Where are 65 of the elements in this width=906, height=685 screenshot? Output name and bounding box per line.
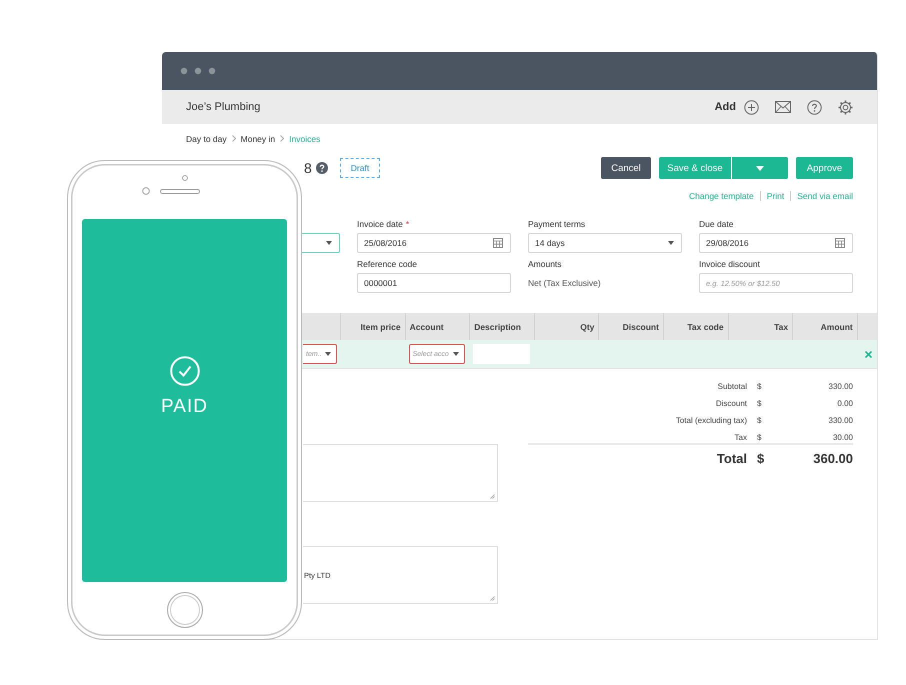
currency-symbol: $ bbox=[757, 433, 762, 442]
close-icon[interactable] bbox=[864, 350, 872, 358]
status-label: PAID bbox=[161, 396, 208, 418]
input-field[interactable]: 0000001 bbox=[357, 273, 511, 293]
chevron-right-icon bbox=[280, 135, 284, 142]
total-label: Tax bbox=[734, 433, 748, 442]
dropdown-button[interactable] bbox=[731, 157, 788, 179]
status-badge: Draft bbox=[340, 158, 380, 178]
total-amount: 330.00 bbox=[828, 416, 853, 425]
link[interactable]: Change template bbox=[689, 190, 754, 200]
total-label: Subtotal bbox=[716, 382, 748, 391]
grand-total-label: Total bbox=[716, 451, 748, 466]
sensor-icon bbox=[142, 187, 150, 195]
field-label: Invoice discount bbox=[699, 259, 761, 270]
amounts-value: Net (Tax Exclusive) bbox=[528, 277, 602, 290]
camera-icon bbox=[182, 175, 188, 181]
breadcrumb-link[interactable]: Invoices bbox=[289, 134, 320, 144]
save-button[interactable]: Save & close bbox=[659, 157, 731, 179]
field-label: Due date bbox=[699, 219, 734, 230]
invoice-number: 8 bbox=[304, 160, 312, 176]
company-name: Joe’s Plumbing bbox=[186, 101, 260, 113]
field-label: Reference code bbox=[357, 259, 418, 270]
breadcrumb-link[interactable]: Money in bbox=[240, 134, 276, 144]
select-field[interactable]: 14 days bbox=[528, 233, 682, 253]
description-field[interactable] bbox=[473, 344, 530, 364]
currency-symbol: $ bbox=[757, 382, 762, 391]
link[interactable]: Print bbox=[766, 190, 784, 200]
settings-icon[interactable] bbox=[838, 100, 853, 114]
field-label: Payment terms bbox=[528, 219, 586, 230]
approve-button[interactable]: Approve bbox=[796, 157, 853, 179]
link[interactable]: Send via email bbox=[797, 190, 853, 200]
window-dots-icon bbox=[180, 67, 216, 75]
caret-icon bbox=[326, 241, 332, 245]
home-button[interactable] bbox=[166, 592, 202, 628]
check-circle-icon bbox=[170, 356, 200, 386]
caret-icon bbox=[756, 166, 764, 170]
breadcrumb-link[interactable]: Day to day bbox=[186, 134, 227, 144]
grand-total-amount: 360.00 bbox=[812, 451, 853, 466]
help-icon[interactable] bbox=[807, 100, 822, 114]
date-field[interactable]: 25/08/2016 bbox=[357, 233, 511, 253]
total-label: Total (excluding tax) bbox=[674, 416, 748, 425]
add-label: Add bbox=[714, 101, 736, 113]
calendar-icon[interactable] bbox=[493, 238, 503, 248]
mail-icon[interactable] bbox=[775, 101, 791, 113]
plus-circle-icon[interactable] bbox=[744, 100, 759, 114]
total-label: Discount bbox=[714, 399, 748, 408]
caret-icon bbox=[325, 352, 331, 356]
total-amount: 0.00 bbox=[836, 399, 853, 408]
caret-icon bbox=[453, 352, 460, 356]
field-label: Amounts bbox=[528, 259, 563, 270]
date-field[interactable]: 29/08/2016 bbox=[699, 233, 853, 253]
currency-symbol: $ bbox=[757, 416, 762, 425]
total-amount: 330.00 bbox=[828, 382, 853, 391]
calendar-icon[interactable] bbox=[835, 238, 845, 248]
help-icon[interactable] bbox=[316, 162, 328, 174]
chevron-right-icon bbox=[232, 135, 236, 142]
caret-icon bbox=[668, 241, 674, 245]
resize-grip-icon[interactable] bbox=[490, 596, 495, 601]
currency-symbol: $ bbox=[757, 399, 762, 408]
speaker-icon bbox=[160, 188, 200, 194]
field-label: Invoice date * bbox=[357, 219, 410, 230]
resize-grip-icon[interactable] bbox=[490, 494, 495, 499]
cancel-button[interactable]: Cancel bbox=[601, 157, 651, 179]
currency-symbol: $ bbox=[757, 451, 766, 466]
total-amount: 30.00 bbox=[832, 433, 853, 442]
